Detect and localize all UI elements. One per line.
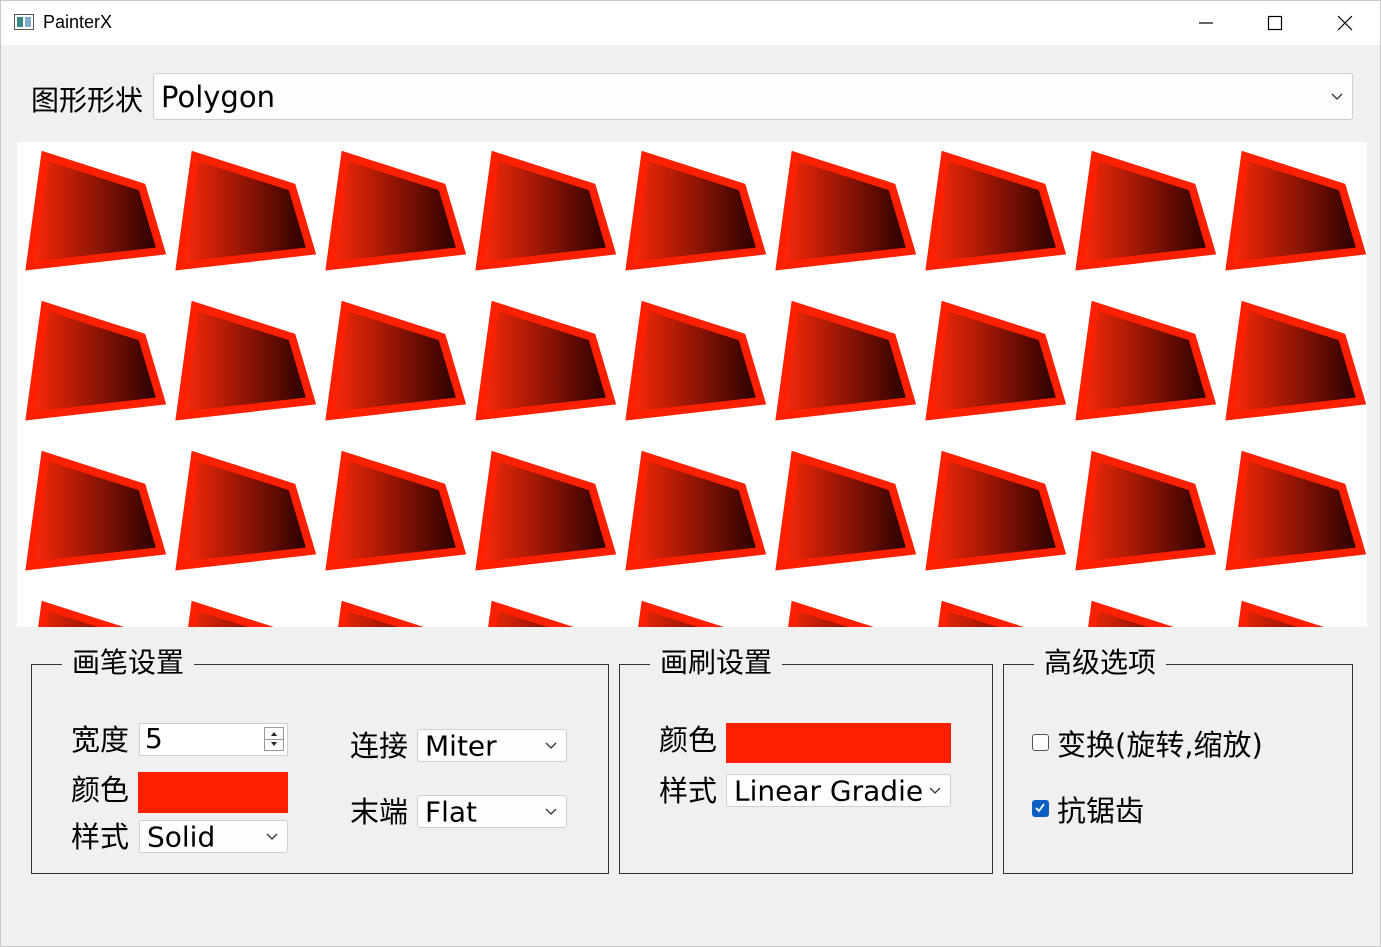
pen-style-select[interactable]: Solid [139, 820, 288, 853]
spin-up-icon[interactable] [271, 732, 277, 736]
pen-join-select[interactable]: Miter [417, 729, 567, 762]
transform-checkbox[interactable] [1032, 734, 1049, 751]
antialias-checkbox[interactable] [1032, 800, 1049, 817]
polygon-shape [925, 150, 1067, 271]
maximize-button[interactable] [1240, 1, 1310, 45]
main-window: PainterX 图形形状 Polygon 画笔设置 宽度 5 颜色 样式 So… [0, 0, 1381, 947]
polygon-shape [475, 150, 617, 271]
advanced-options-title: 高级选项 [1034, 645, 1167, 681]
pen-style-label: 样式 [71, 820, 130, 854]
brush-color-swatch[interactable] [726, 723, 951, 763]
render-canvas [25, 150, 1367, 627]
chevron-down-icon [545, 742, 557, 749]
polygon-shape [625, 450, 767, 571]
polygon-shape [925, 450, 1067, 571]
transform-label[interactable]: 变换(旋转,缩放) [1057, 727, 1263, 763]
pen-width-value: 5 [145, 722, 163, 755]
pen-style-value: Solid [147, 820, 216, 853]
pen-settings-title: 画笔设置 [62, 645, 195, 681]
chevron-down-icon [545, 808, 557, 815]
polygon-shape [1238, 600, 1324, 627]
polygon-shape [338, 600, 424, 627]
pen-color-label: 颜色 [71, 773, 130, 807]
polygon-shape [38, 600, 124, 627]
polygon-shape [1225, 450, 1367, 571]
checkmark-icon [1035, 803, 1045, 813]
close-icon [1337, 15, 1353, 31]
close-button[interactable] [1310, 1, 1380, 45]
polygon-shape [188, 600, 274, 627]
chevron-down-icon [929, 787, 941, 794]
pen-width-label: 宽度 [71, 723, 130, 757]
app-icon [14, 14, 34, 30]
polygon-shape [475, 300, 617, 421]
polygon-shape [625, 300, 767, 421]
polygon-shape [25, 450, 167, 571]
polygon-shape [1075, 150, 1217, 271]
advanced-options-group: 高级选项 [1003, 645, 1353, 874]
title-bar: PainterX [1, 1, 1380, 45]
brush-style-select[interactable]: Linear Gradier [726, 774, 951, 807]
polygon-shape [938, 600, 1024, 627]
polygon-shape [1225, 300, 1367, 421]
shape-select[interactable]: Polygon [153, 73, 1353, 120]
polygon-shape [175, 300, 317, 421]
polygon-shape [475, 450, 617, 571]
polygon-shape [175, 150, 317, 271]
brush-color-label: 颜色 [659, 723, 718, 757]
shape-label: 图形形状 [31, 84, 144, 117]
polygon-shape [488, 600, 574, 627]
pen-cap-value: Flat [425, 795, 478, 828]
polygon-shape [775, 300, 917, 421]
polygon-shape [1088, 600, 1174, 627]
pen-join-label: 连接 [350, 729, 409, 763]
polygon-shape [25, 300, 167, 421]
brush-style-label: 样式 [659, 774, 718, 808]
chevron-down-icon [266, 833, 278, 840]
antialias-label[interactable]: 抗锯齿 [1057, 793, 1144, 829]
pen-width-stepper[interactable] [264, 727, 284, 751]
polygon-shape [325, 300, 467, 421]
polygon-shape [925, 300, 1067, 421]
polygon-shape [788, 600, 874, 627]
spin-down-icon[interactable] [271, 742, 277, 746]
window-title: PainterX [43, 12, 113, 32]
brush-settings-title: 画刷设置 [650, 645, 783, 681]
polygon-shape [175, 450, 317, 571]
pen-cap-select[interactable]: Flat [417, 795, 567, 828]
polygon-shape [775, 150, 917, 271]
brush-style-value: Linear Gradier [734, 774, 922, 807]
pen-join-value: Miter [425, 729, 497, 762]
shape-select-value: Polygon [161, 79, 275, 114]
maximize-icon [1267, 15, 1283, 31]
polygon-shape [638, 600, 724, 627]
polygon-shape [25, 150, 167, 271]
brush-settings-group: 画刷设置 [619, 645, 993, 874]
render-area[interactable] [17, 142, 1367, 627]
polygon-shape [1225, 150, 1367, 271]
pen-color-swatch[interactable] [138, 772, 288, 813]
minimize-button[interactable] [1171, 1, 1241, 45]
polygon-shape [625, 150, 767, 271]
polygon-shape [325, 150, 467, 271]
polygon-shape [1075, 450, 1217, 571]
polygon-shape [1075, 300, 1217, 421]
pen-cap-label: 末端 [350, 795, 409, 829]
minimize-icon [1199, 22, 1213, 24]
pen-width-spinbox[interactable]: 5 [139, 722, 288, 756]
chevron-down-icon [1331, 93, 1343, 100]
polygon-shape [775, 450, 917, 571]
polygon-shape [325, 450, 467, 571]
